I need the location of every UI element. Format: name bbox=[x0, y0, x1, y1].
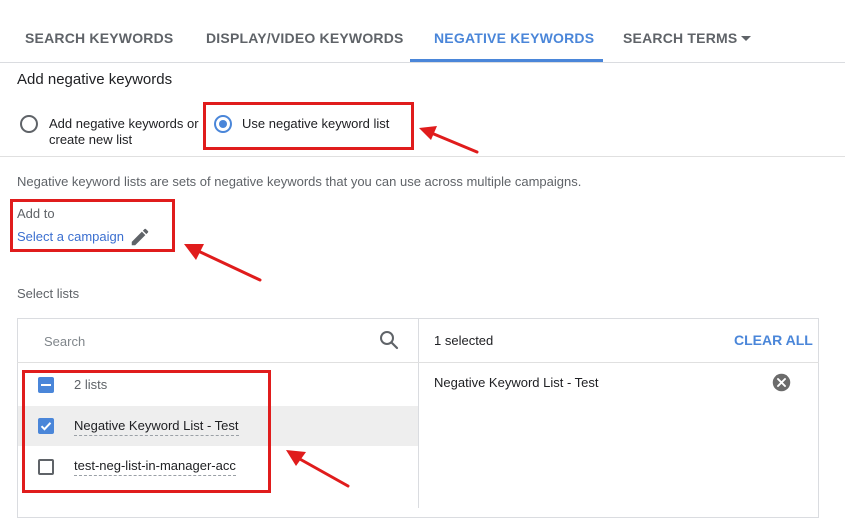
description-text: Negative keyword lists are sets of negat… bbox=[17, 174, 582, 189]
search-input[interactable] bbox=[42, 333, 366, 350]
annotation-arrow-icon bbox=[184, 244, 262, 282]
tab-negative-keywords[interactable]: NEGATIVE KEYWORDS bbox=[434, 0, 594, 62]
checkmark-icon bbox=[40, 422, 52, 431]
select-lists-label: Select lists bbox=[17, 286, 80, 301]
tab-search-terms[interactable]: SEARCH TERMS bbox=[623, 0, 737, 62]
select-all-checkbox[interactable] bbox=[38, 377, 54, 393]
divider bbox=[0, 156, 845, 157]
list-item-name: test-neg-list-in-manager-acc bbox=[74, 458, 236, 476]
selected-item: Negative Keyword List - Test bbox=[434, 375, 599, 390]
select-campaign-link[interactable]: Select a campaign bbox=[17, 229, 124, 244]
radio-add-new-label-line1: Add negative keywords or bbox=[49, 116, 199, 131]
dropdown-arrow-icon[interactable] bbox=[741, 36, 751, 41]
list-item-name: Negative Keyword List - Test bbox=[74, 418, 239, 436]
radio-use-list-label: Use negative keyword list bbox=[242, 116, 390, 131]
tab-bar: SEARCH KEYWORDS DISPLAY/VIDEO KEYWORDS N… bbox=[0, 0, 845, 63]
radio-add-new-keywords[interactable] bbox=[20, 115, 38, 133]
list-item-label: test-neg-list-in-manager-acc bbox=[74, 458, 236, 476]
active-tab-indicator bbox=[410, 59, 603, 62]
radio-use-keyword-list[interactable] bbox=[214, 115, 232, 133]
close-circle-icon[interactable] bbox=[771, 372, 792, 393]
add-to-label: Add to bbox=[17, 206, 55, 221]
radio-add-new-label-line2: create new list bbox=[49, 132, 133, 147]
list-item-label: Negative Keyword List - Test bbox=[74, 418, 239, 436]
tab-search-keywords[interactable]: SEARCH KEYWORDS bbox=[25, 0, 173, 62]
annotation-arrow-icon bbox=[419, 126, 479, 154]
checkbox-icon[interactable] bbox=[38, 459, 54, 475]
panel-divider-horizontal bbox=[17, 362, 819, 363]
search-icon[interactable] bbox=[377, 328, 401, 352]
pencil-icon[interactable] bbox=[129, 226, 151, 248]
selected-count: 1 selected bbox=[434, 333, 494, 348]
panel-divider-vertical bbox=[418, 318, 419, 508]
tab-display-video-keywords[interactable]: DISPLAY/VIDEO KEYWORDS bbox=[206, 0, 404, 62]
section-title: Add negative keywords bbox=[17, 71, 173, 88]
checkbox-icon[interactable] bbox=[38, 418, 54, 434]
clear-all-button[interactable]: CLEAR ALL bbox=[734, 332, 813, 348]
radio-add-new-label: Add negative keywords or create new list bbox=[49, 116, 199, 148]
list-count-label: 2 lists bbox=[74, 377, 108, 392]
